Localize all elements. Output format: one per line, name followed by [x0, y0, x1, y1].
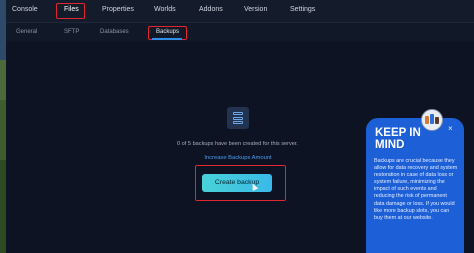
increase-backups-link[interactable]: Increase Backups Amount: [190, 155, 286, 161]
tab-worlds[interactable]: Worlds: [154, 6, 176, 13]
subtab-databases[interactable]: Databases: [100, 29, 129, 35]
keep-in-mind-panel: KEEP IN MIND Backups are crucial because…: [366, 118, 464, 253]
mascot-avatar: [421, 109, 443, 131]
subtab-general[interactable]: General: [16, 29, 37, 35]
tab-settings[interactable]: Settings: [290, 6, 315, 13]
close-icon[interactable]: ×: [448, 124, 453, 133]
tab-addons[interactable]: Addons: [199, 6, 223, 13]
server-stack-icon: [227, 107, 249, 129]
tab-properties[interactable]: Properties: [102, 6, 134, 13]
files-tab-highlight: [56, 3, 85, 19]
subtab-sftp[interactable]: SFTP: [64, 29, 79, 35]
active-subtab-indicator: [152, 38, 182, 40]
tab-console[interactable]: Console: [12, 6, 38, 13]
backup-count-text: 0 of 5 backups have been created for thi…: [177, 141, 298, 147]
files-subnavigation: General SFTP Databases Backups: [6, 23, 474, 41]
tab-version[interactable]: Version: [244, 6, 267, 13]
info-panel-title: KEEP IN MIND: [375, 127, 421, 151]
info-panel-body: Backups are crucial because they allow f…: [374, 158, 458, 221]
create-backup-button[interactable]: Create backup: [202, 174, 272, 192]
